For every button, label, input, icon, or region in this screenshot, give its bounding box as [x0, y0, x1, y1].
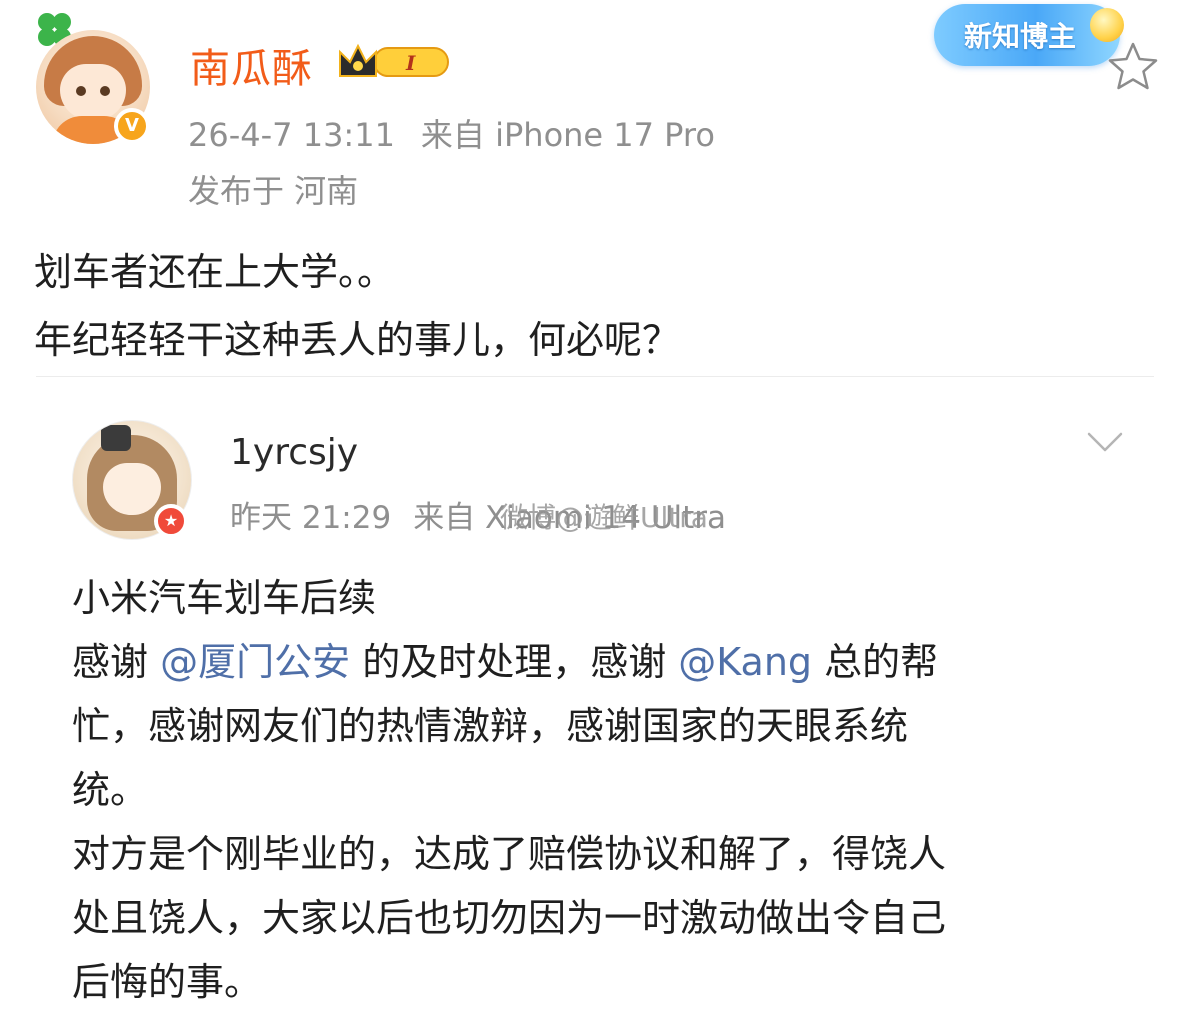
creator-badge[interactable]: 新知博主 [934, 4, 1124, 66]
chevron-down-icon[interactable] [1086, 428, 1124, 458]
mention-link-xiamen-police[interactable]: @厦门公安 [160, 640, 350, 684]
repost-body-line-7: 后悔的事。 [72, 960, 263, 1004]
repost-body-line-5: 对方是个刚毕业的，达成了赔偿协议和解了，得饶人 [72, 832, 947, 876]
repost-body-line-3: 忙，感谢网友们的热情激辩，感谢国家的天眼系统 [72, 704, 909, 748]
text-segment: 的及时处理，感谢 [350, 640, 679, 684]
repost-body: 小米汽车划车后续 感谢 @厦门公安 的及时处理，感谢 @Kang 总的帮 忙，感… [72, 566, 1112, 1014]
post-timestamp: 26-4-7 13:11 [188, 116, 395, 154]
repost-body-line-6: 处且饶人，大家以后也切勿因为一时激动做出令自己 [72, 896, 947, 940]
repost-timestamp: 昨天 21:29 [230, 500, 392, 536]
verified-v-icon: V [114, 108, 150, 144]
post-body: 划车者还在上大学。。 年纪轻轻干这种丢人的事儿，何必呢？ [34, 238, 680, 374]
watermark: 微博@遊鲜Ultra [500, 501, 708, 534]
post-body-line-2: 年纪轻轻干这种丢人的事儿，何必呢？ [34, 318, 681, 362]
creator-badge-text: 新知博主 [964, 20, 1077, 53]
post-body-line-1: 划车者还在上大学。。 [34, 250, 396, 294]
globe-icon [1090, 8, 1124, 42]
post-location: 发布于 河南 [188, 172, 359, 210]
repost-author-name[interactable]: 1yrcsjy [230, 432, 358, 473]
mention-link-kang[interactable]: @Kang [678, 640, 812, 684]
repost-title: 小米汽车划车后续 [72, 576, 377, 620]
repost-body-line-4: 统。 [72, 768, 149, 812]
level-badge-text: I [405, 51, 416, 75]
text-segment: 总的帮 [812, 640, 939, 684]
author-name[interactable]: 南瓜酥 [190, 36, 313, 94]
post-source: 来自 iPhone 17 Pro [420, 116, 715, 154]
crown-icon[interactable]: I [336, 40, 452, 84]
repost-verified-icon: ★ [154, 504, 188, 538]
text-segment: 感谢 [72, 640, 161, 684]
star-outline-icon[interactable] [1104, 38, 1162, 96]
post-meta: 26-4-7 13:11 来自 iPhone 17 Pro [188, 110, 715, 156]
repost-body-line-2: 感谢 @厦门公安 的及时处理，感谢 @Kang 总的帮 [72, 630, 1112, 694]
